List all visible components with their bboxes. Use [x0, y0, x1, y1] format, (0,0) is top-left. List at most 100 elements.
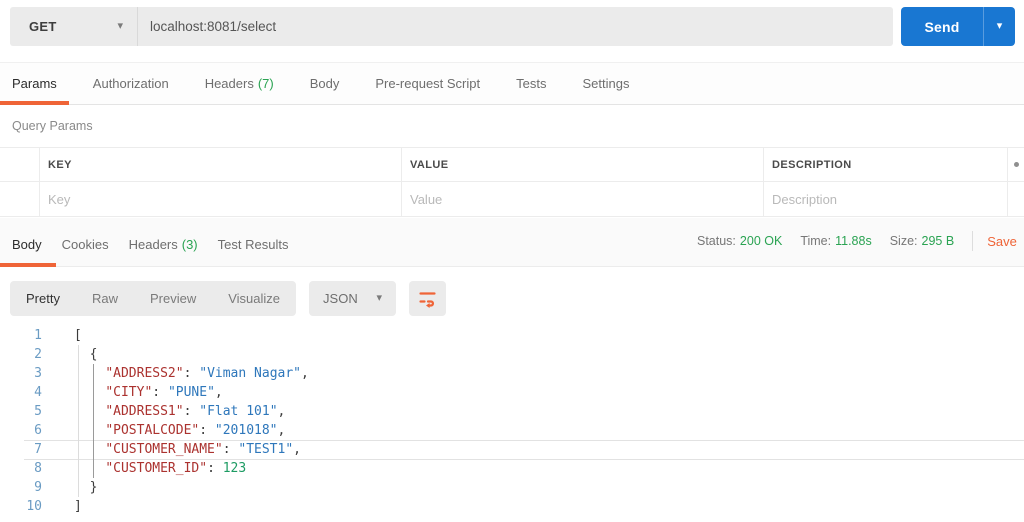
- send-button[interactable]: Send ▾: [901, 7, 1015, 46]
- tab-count-badge: (7): [257, 76, 274, 91]
- more-options-button[interactable]: [1007, 148, 1024, 181]
- send-button-label[interactable]: Send: [901, 7, 983, 46]
- tab-authorization[interactable]: Authorization: [93, 63, 169, 104]
- response-body-viewer[interactable]: 1[2 {3 "ADDRESS2": "Viman Nagar", 4 "CITY…: [0, 322, 1024, 522]
- tab-headers[interactable]: Headers (7): [205, 63, 274, 104]
- tab-label: Authorization: [92, 76, 169, 91]
- tab-response-headers[interactable]: Headers (3): [127, 223, 200, 266]
- tab-label: Tests: [516, 76, 547, 91]
- chevron-down-icon: ▾: [376, 292, 383, 304]
- chevron-down-icon: ▾: [117, 20, 123, 32]
- description-column-header: DESCRIPTION: [763, 148, 1007, 181]
- params-header-row: KEY VALUE DESCRIPTION: [0, 147, 1024, 182]
- response-meta: Status: 200 OK Time: 11.88s Size: 295 B Sav…: [697, 218, 1017, 264]
- line-number: 9: [34, 480, 42, 495]
- url-input[interactable]: [138, 19, 893, 34]
- method-select[interactable]: GET ▾: [10, 7, 138, 46]
- status-value: 200 OK: [739, 234, 783, 248]
- tab-label: Body: [309, 76, 340, 91]
- code-lines: 1[2 {3 "ADDRESS2": "Viman Nagar", 4 "CITY…: [0, 326, 1024, 516]
- line-number: 10: [26, 499, 42, 514]
- view-mode-group: Pretty Raw Preview Visualize: [10, 281, 297, 316]
- code-line: 9 }: [0, 478, 1024, 497]
- tab-label: Cookies: [61, 237, 109, 252]
- code-line-content: "CUSTOMER_NAME": "TEST1",: [105, 442, 301, 457]
- divider: [972, 231, 974, 251]
- more-options-icon: [1013, 162, 1019, 167]
- chevron-down-icon: ▾: [996, 20, 1003, 32]
- time-value: 11.88s: [835, 234, 872, 248]
- tab-label: Test Results: [217, 237, 289, 252]
- status-label: Status:: [697, 234, 736, 248]
- tab-label: Headers: [204, 76, 254, 91]
- row-options-cell: [1007, 182, 1024, 216]
- line-number: 7: [34, 442, 42, 457]
- tab-label: Headers: [128, 237, 178, 252]
- code-line-content: "ADDRESS1": "Flat 101",: [105, 404, 286, 419]
- wrap-text-icon: [419, 292, 436, 308]
- code-line-content: {: [89, 347, 98, 362]
- code-line: 3 "ADDRESS2": "Viman Nagar",: [0, 364, 1024, 383]
- response-header: Body Cookies Headers (3) Test Results St…: [0, 218, 1024, 267]
- format-label: JSON: [323, 291, 358, 306]
- code-line: 8 "CUSTOMER_ID": 123: [0, 459, 1024, 478]
- code-line-content: "CUSTOMER_ID": 123: [105, 461, 247, 476]
- code-line: 2 {: [0, 345, 1024, 364]
- tab-label: Pre-request Script: [375, 76, 481, 91]
- postman-request-view: GET ▾ Send ▾ Params Authorization Header…: [0, 0, 1024, 522]
- view-mode-raw[interactable]: Raw: [76, 281, 134, 316]
- view-mode-preview[interactable]: Preview: [134, 281, 212, 316]
- tab-response-body[interactable]: Body: [0, 223, 56, 267]
- request-bar: GET ▾: [10, 7, 893, 46]
- view-mode-visualize[interactable]: Visualize: [212, 281, 296, 316]
- tab-count-badge: (3): [181, 237, 198, 252]
- line-number: 5: [34, 404, 42, 419]
- line-number: 6: [34, 423, 42, 438]
- drag-handle-column: [0, 148, 39, 181]
- line-number: 2: [34, 347, 42, 362]
- size-indicator: Size: 295 B: [890, 234, 954, 248]
- line-number: 3: [34, 366, 42, 381]
- params-input-row: [0, 182, 1024, 217]
- value-input[interactable]: [410, 191, 763, 207]
- code-line-content: }: [89, 480, 98, 495]
- description-input[interactable]: [772, 191, 1007, 207]
- view-mode-pretty[interactable]: Pretty: [10, 281, 76, 316]
- tab-pre-request-script[interactable]: Pre-request Script: [375, 63, 480, 104]
- send-options-button[interactable]: ▾: [983, 7, 1015, 46]
- code-line: 6 "POSTALCODE": "201018",: [0, 421, 1024, 440]
- response-tabs: Body Cookies Headers (3) Test Results: [0, 223, 306, 267]
- tab-settings[interactable]: Settings: [582, 63, 629, 104]
- format-select[interactable]: JSON ▾: [309, 281, 397, 316]
- code-line: 10]: [0, 497, 1024, 516]
- tab-params[interactable]: Params: [0, 63, 69, 105]
- params-table: KEY VALUE DESCRIPTION: [0, 147, 1024, 217]
- line-number: 8: [34, 461, 42, 476]
- key-input[interactable]: [48, 191, 401, 207]
- code-line-content: "ADDRESS2": "Viman Nagar",: [105, 366, 309, 381]
- tab-test-results[interactable]: Test Results: [216, 223, 291, 266]
- line-number: 4: [34, 385, 42, 400]
- code-line: 4 "CITY": "PUNE",: [0, 383, 1024, 402]
- value-column-header: VALUE: [401, 148, 763, 181]
- key-column-header: KEY: [39, 148, 401, 181]
- code-line-content: "CITY": "PUNE",: [105, 385, 223, 400]
- size-value: 295 B: [921, 234, 955, 248]
- request-tabs: Params Authorization Headers (7) Body Pr…: [0, 62, 1024, 105]
- status-indicator: Status: 200 OK: [697, 234, 782, 248]
- tab-body[interactable]: Body: [310, 63, 340, 104]
- save-response-button[interactable]: Save: [987, 234, 1017, 249]
- query-params-title: Query Params: [12, 119, 93, 133]
- tab-tests[interactable]: Tests: [516, 63, 546, 104]
- tab-label: Body: [12, 237, 42, 252]
- code-line: 5 "ADDRESS1": "Flat 101",: [0, 402, 1024, 421]
- code-line: 1[: [0, 326, 1024, 345]
- code-line: 7 "CUSTOMER_NAME": "TEST1",: [0, 440, 1024, 459]
- drag-handle-cell: [0, 182, 39, 216]
- time-indicator: Time: 11.88s: [800, 234, 871, 248]
- code-line-content: "POSTALCODE": "201018",: [105, 423, 286, 438]
- tab-response-cookies[interactable]: Cookies: [60, 223, 111, 266]
- time-label: Time:: [800, 234, 832, 248]
- wrap-lines-button[interactable]: [409, 281, 447, 316]
- url-box: [138, 7, 893, 46]
